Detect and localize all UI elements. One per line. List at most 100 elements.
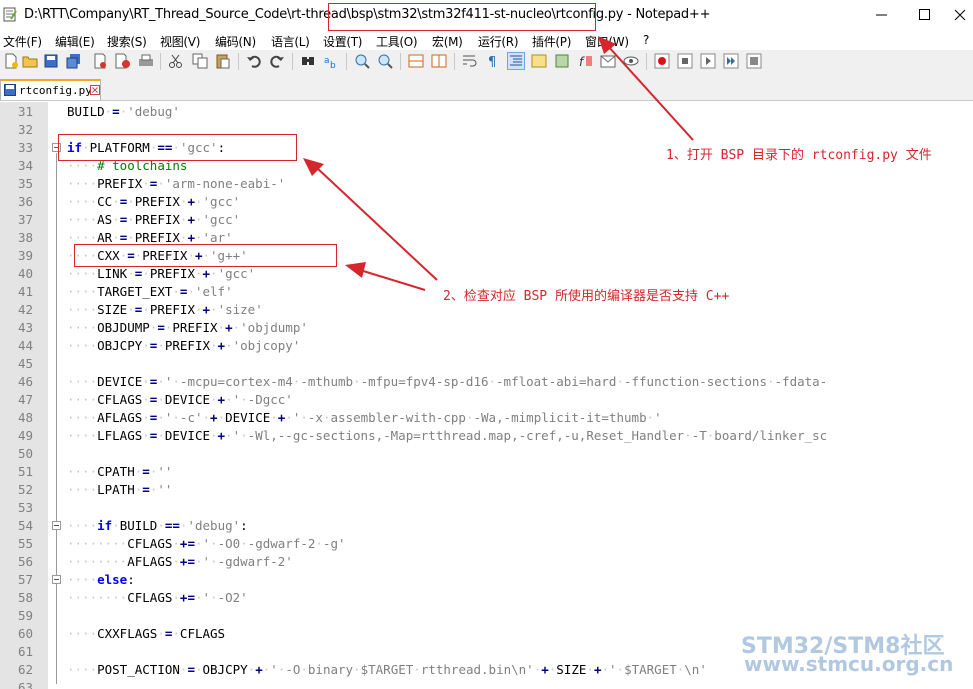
menu-file[interactable]: 文件(F) [3,33,42,50]
sync-vertical-icon[interactable] [408,53,424,69]
menu-settings[interactable]: 设置(T) [323,33,363,50]
svg-text:f: f [579,55,585,69]
svg-text:¶: ¶ [488,55,496,69]
run-multiple-icon[interactable] [723,53,739,69]
close-icon[interactable] [949,4,971,26]
menu-plugins[interactable]: 插件(P) [532,33,571,50]
line-number: 45 [17,356,33,371]
cut-icon[interactable] [168,53,184,69]
menu-encoding[interactable]: 编码(N) [215,33,256,50]
code-line[interactable]: ····else: [67,571,135,589]
toolbar-separator [160,53,161,70]
folder-workspace-icon[interactable] [600,53,616,69]
code-line[interactable]: ····LINK·=·PREFIX·+·'gcc' [67,265,255,283]
zoom-in-icon[interactable] [354,53,370,69]
line-number: 57 [17,572,33,587]
replace-icon[interactable]: ab [323,53,339,69]
fold-guide [56,153,57,684]
line-number: 61 [17,644,33,659]
line-number: 50 [17,446,33,461]
menu-language[interactable]: 语言(L) [271,33,310,50]
cxx-highlight-box [74,244,337,267]
code-line[interactable]: BUILD·=·'debug' [67,103,180,121]
monitoring-icon[interactable] [623,53,639,69]
code-line[interactable]: ····LPATH·=·'' [67,481,172,499]
line-number: 44 [17,338,33,353]
tab-close-icon[interactable] [90,85,100,95]
menu-run[interactable]: 运行(R) [478,33,519,50]
show-all-chars-icon[interactable]: ¶ [485,53,501,69]
line-number: 41 [17,284,33,299]
menu-macro[interactable]: 宏(M) [432,33,463,50]
line-number: 33 [17,140,33,155]
svg-text:a: a [324,56,330,66]
document-map-icon[interactable] [554,53,570,69]
stop-recording-icon[interactable] [677,53,693,69]
save-icon[interactable] [43,53,59,69]
code-line[interactable]: ····LFLAGS·=·DEVICE·+·'·-Wl,--gc-section… [67,427,827,445]
fold-toggle-icon[interactable] [52,521,61,530]
new-file-icon[interactable] [3,53,19,69]
code-line[interactable]: ········AFLAGS·+=·'·-gdwarf-2' [67,553,293,571]
copy-icon[interactable] [192,53,208,69]
menu-search[interactable]: 搜索(S) [107,33,147,50]
code-line[interactable]: ····POST_ACTION·=·OBJCPY·+·'·-O·binary·$… [67,661,707,679]
open-file-icon[interactable] [22,53,38,69]
code-editor[interactable]: BUILD·=·'debug' if·PLATFORM·==·'gcc': ····… [64,102,973,689]
toolbar: ab ¶ f [0,50,973,74]
line-number: 38 [17,230,33,245]
record-macro-icon[interactable] [654,53,670,69]
tab-rtconfig[interactable]: rtconfig.py [0,79,101,100]
line-number: 48 [17,410,33,425]
user-language-icon[interactable] [531,53,547,69]
menu-tools[interactable]: 工具(O) [376,33,418,50]
save-macro-icon[interactable] [746,53,762,69]
indent-guide-icon[interactable] [507,52,525,70]
find-icon[interactable] [300,53,316,69]
code-line[interactable]: ····PREFIX·=·'arm-none-eabi-' [67,175,285,193]
zoom-out-icon[interactable] [377,53,393,69]
menu-bar: 文件(F) 编辑(E) 搜索(S) 视图(V) 编码(N) 语言(L) 设置(T… [0,30,973,50]
notepadpp-icon [3,7,17,22]
code-line[interactable]: ····CFLAGS·=·DEVICE·+·'·-Dgcc' [67,391,293,409]
word-wrap-icon[interactable] [462,53,478,69]
line-number: 46 [17,374,33,389]
code-line[interactable]: ····OBJCPY·=·PREFIX·+·'objcopy' [67,337,300,355]
menu-help[interactable]: ? [643,33,649,47]
line-number: 63 [17,680,33,689]
function-list-icon[interactable]: f [577,53,593,69]
minimize-icon[interactable] [871,4,893,26]
code-line[interactable]: ········CFLAGS·+=·'·-O0·-gdwarf-2·-g' [67,535,346,553]
code-line[interactable]: ····TARGET_EXT·=·'elf' [67,283,233,301]
playback-icon[interactable] [700,53,716,69]
sync-horizontal-icon[interactable] [431,53,447,69]
menu-view[interactable]: 视图(V) [160,33,200,50]
print-icon[interactable] [138,53,154,69]
code-line[interactable]: ····CXXFLAGS·=·CFLAGS [67,625,225,643]
code-line[interactable]: ····DEVICE·=·'·-mcpu=cortex-m4·-mthumb·-… [67,373,827,391]
menu-edit[interactable]: 编辑(E) [55,33,95,50]
code-line[interactable]: ····CC·=·PREFIX·+·'gcc' [67,193,240,211]
redo-icon[interactable] [269,53,285,69]
maximize-icon[interactable] [914,4,936,26]
save-all-icon[interactable] [66,53,82,69]
code-line[interactable]: ····AS·=·PREFIX·+·'gcc' [67,211,240,229]
close-all-icon[interactable] [115,53,131,69]
fold-margin [48,102,64,689]
menu-window[interactable]: 窗口(W) [585,33,629,50]
undo-icon[interactable] [246,53,262,69]
code-line[interactable]: ····CPATH·=·'' [67,463,172,481]
platform-highlight-box [58,134,297,161]
code-line[interactable]: ····SIZE·=·PREFIX·+·'size' [67,301,263,319]
close-file-icon[interactable] [92,53,108,69]
code-line[interactable]: ····if·BUILD·==·'debug': [67,517,248,535]
code-line[interactable]: ····OBJDUMP·=·PREFIX·+·'objdump' [67,319,308,337]
line-number: 35 [17,176,33,191]
toolbar-separator [454,53,455,70]
fold-toggle-icon[interactable] [52,575,61,584]
code-line[interactable]: ········CFLAGS·+=·'·-O2' [67,589,248,607]
code-line[interactable]: ····AFLAGS·=·'·-c'·+·DEVICE·+·'·-x·assem… [67,409,662,427]
paste-icon[interactable] [215,53,231,69]
toolbar-separator [238,53,239,70]
line-number: 39 [17,248,33,263]
